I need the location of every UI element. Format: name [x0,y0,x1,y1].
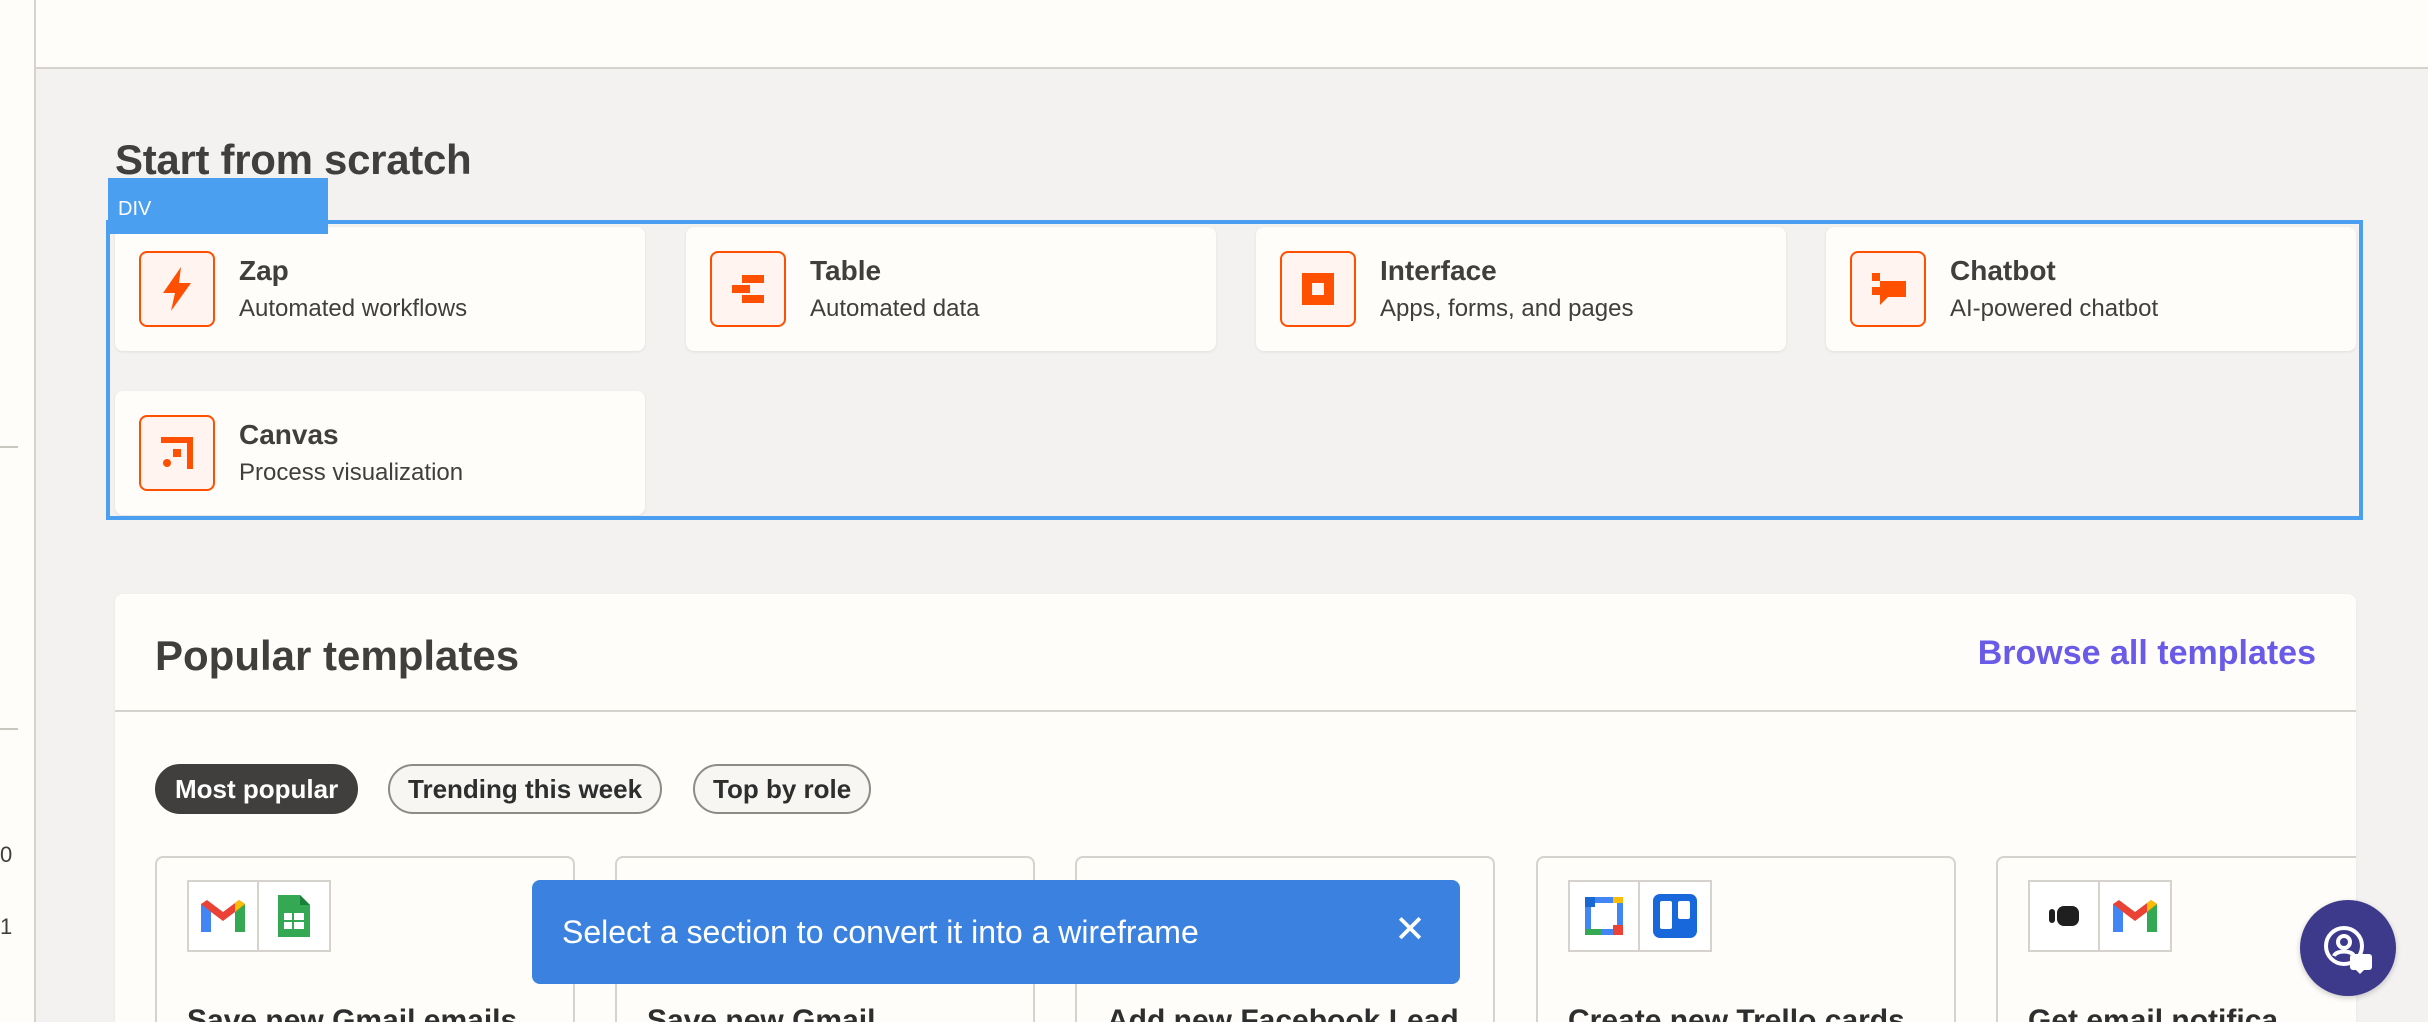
toast-message: Select a section to convert it into a wi… [562,913,1199,950]
browse-all-templates-link[interactable]: Browse all templates [1978,634,2316,673]
popular-templates-title: Popular templates [155,632,520,679]
card-title: Canvas [239,419,339,450]
top-bar [36,0,2428,69]
rail-text: 0 [0,842,13,867]
create-canvas-card[interactable]: Canvas Process visualization [115,391,645,515]
google-calendar-icon [1568,880,1640,952]
help-chat-button[interactable] [2300,900,2396,996]
wireframe-toast: Select a section to convert it into a wi… [532,880,1460,984]
rail-divider [0,728,18,730]
intercom-icon [2028,880,2100,952]
create-interface-card[interactable]: Interface Apps, forms, and pages [1256,227,1786,351]
template-title: Add new Facebook Lead [1107,1004,1459,1022]
template-title: Save new Gmail [647,1004,876,1022]
close-icon[interactable]: ✕ [1390,910,1430,950]
create-zap-card[interactable]: Zap Automated workflows [115,227,645,351]
card-subtitle: Process visualization [239,459,464,486]
template-card[interactable]: Save new Gmail emails [155,856,575,1022]
create-chatbot-card[interactable]: Chatbot AI-powered chatbot [1826,227,2356,351]
start-from-scratch-title: Start from scratch [115,136,472,183]
card-title: Interface [1380,255,1497,286]
tab-most-popular[interactable]: Most popular [155,764,359,814]
template-title: Create new Trello cards [1568,1004,1905,1022]
rail-divider [0,446,18,448]
support-chat-icon [2324,926,2372,974]
template-card[interactable]: Create new Trello cards [1536,856,1956,1022]
trello-icon [1640,880,1712,952]
table-icon [710,251,786,327]
tab-top-by-role[interactable]: Top by role [693,764,872,814]
divider [115,710,2356,712]
rail-text: 1 [0,914,13,939]
create-table-card[interactable]: Table Automated data [686,227,1216,351]
interface-icon [1280,251,1356,327]
template-title: Save new Gmail emails [187,1004,518,1022]
canvas-icon [139,415,215,491]
gmail-icon [187,880,259,952]
selection-tag: DIV [108,178,328,234]
card-subtitle: Apps, forms, and pages [1380,295,1634,322]
sidebar-edge: 0 1 [0,0,36,1022]
card-title: Chatbot [1950,255,2056,286]
template-title: Get email notifica [2028,1004,2279,1022]
tab-trending-this-week[interactable]: Trending this week [388,764,663,814]
google-sheets-icon [259,880,331,952]
card-subtitle: Automated workflows [239,295,468,322]
card-subtitle: AI-powered chatbot [1950,295,2159,322]
card-subtitle: Automated data [810,295,980,322]
chatbot-icon [1850,251,1926,327]
card-title: Table [810,255,882,286]
lightning-bolt-icon [139,251,215,327]
card-title: Zap [239,255,289,286]
gmail-icon [2100,880,2172,952]
